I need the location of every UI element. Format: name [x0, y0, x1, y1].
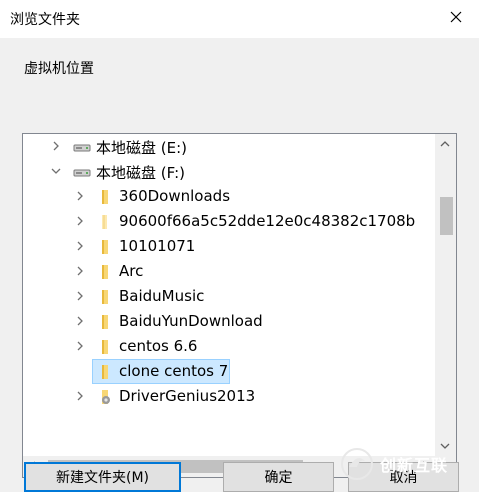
folder-gear-icon — [102, 390, 110, 404]
dialog-body: 虚拟机位置 本地磁盘 (E:) 本地磁盘 (F:) 360Downloads 9060… — [0, 38, 479, 492]
folder-tree[interactable]: 本地磁盘 (E:) 本地磁盘 (F:) 360Downloads 90600f66a5… — [22, 133, 457, 478]
tree-item-label: 本地磁盘 (E:) — [96, 139, 188, 157]
folder-icon — [102, 315, 108, 329]
folder-icon — [102, 215, 107, 229]
tree-item-label: clone centos 7 — [119, 362, 229, 380]
tree-item[interactable]: 90600f66a5c52dde12e0c48382c1708b — [23, 209, 435, 234]
chevron-right-icon[interactable] — [75, 241, 85, 251]
chevron-right-icon[interactable] — [75, 316, 85, 326]
tree-item[interactable]: Arc — [23, 259, 435, 284]
chevron-down-icon[interactable] — [51, 166, 61, 176]
tree-rows: 本地磁盘 (E:) 本地磁盘 (F:) 360Downloads 90600f66a5… — [23, 134, 435, 456]
chevron-right-icon[interactable] — [75, 391, 85, 401]
title-bar: 浏览文件夹 — [0, 0, 479, 38]
tree-item[interactable]: 本地磁盘 (E:) — [23, 134, 435, 159]
new-folder-button[interactable]: 新建文件夹(M) — [24, 462, 181, 492]
tree-item-label: BaiduMusic — [119, 287, 205, 305]
folder-icon — [102, 265, 108, 279]
chevron-right-icon[interactable] — [75, 266, 85, 276]
drive-icon — [73, 169, 91, 177]
scroll-up-icon[interactable] — [440, 140, 450, 148]
ok-button[interactable]: 确定 — [223, 462, 334, 492]
tree-item[interactable]: 360Downloads — [23, 184, 435, 209]
vertical-scroll-thumb[interactable] — [440, 197, 453, 235]
tree-item[interactable]: DriverGenius2013 — [23, 384, 435, 409]
chevron-right-icon[interactable] — [75, 291, 85, 301]
window-title: 浏览文件夹 — [10, 12, 80, 28]
chevron-right-icon[interactable] — [75, 216, 85, 226]
chevron-right-icon[interactable] — [51, 141, 61, 151]
tree-item[interactable]: 10101071 — [23, 234, 435, 259]
watermark-logo: 创新互联 — [340, 440, 470, 488]
folder-icon — [102, 290, 108, 304]
vertical-scrollbar[interactable] — [435, 134, 456, 456]
tree-item-label: 360Downloads — [119, 187, 231, 205]
drive-icon — [73, 144, 91, 152]
tree-item-label: Arc — [119, 262, 144, 280]
tree-item[interactable]: centos 6.6 — [23, 334, 435, 359]
tree-item-label: centos 6.6 — [119, 337, 198, 355]
tree-item[interactable]: 本地磁盘 (F:) — [23, 159, 435, 184]
tree-item-label: 90600f66a5c52dde12e0c48382c1708b — [119, 212, 416, 230]
tree-item-label: 本地磁盘 (F:) — [96, 164, 185, 182]
folder-icon — [102, 240, 108, 254]
close-icon — [450, 11, 462, 23]
folder-icon — [102, 190, 108, 204]
tree-item-label: 10101071 — [119, 237, 196, 255]
close-button[interactable] — [433, 0, 479, 34]
chevron-right-icon[interactable] — [75, 191, 85, 201]
tree-item[interactable]: BaiduMusic — [23, 284, 435, 309]
tree-item[interactable]: BaiduYunDownload — [23, 309, 435, 334]
tree-item[interactable]: clone centos 7 — [23, 359, 435, 384]
prompt-label: 虚拟机位置 — [24, 61, 94, 77]
folder-icon — [102, 365, 108, 379]
folder-icon — [102, 340, 108, 354]
watermark-text: 创新互联 — [380, 456, 449, 475]
tree-item-label: DriverGenius2013 — [119, 387, 256, 405]
tree-item-label: BaiduYunDownload — [119, 312, 263, 330]
chevron-right-icon[interactable] — [75, 341, 85, 351]
logo-icon — [341, 448, 373, 480]
